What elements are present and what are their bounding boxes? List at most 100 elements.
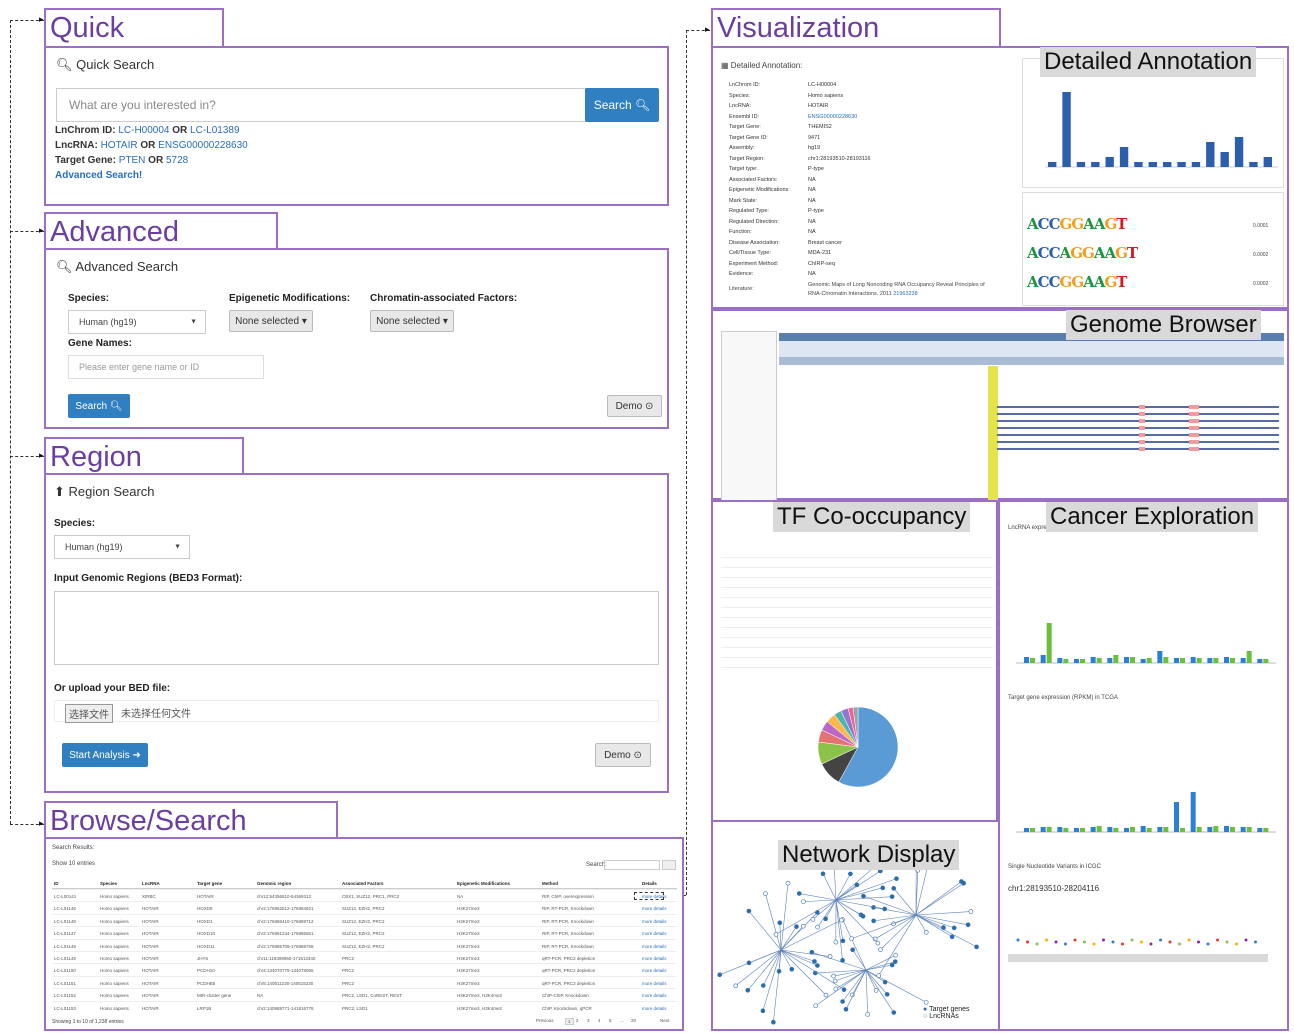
more-details-link[interactable]: more details (642, 906, 667, 911)
table-row[interactable]: LC-L01148 Homo sapiens HOTAIR HOXD1 chr2:176… (52, 913, 677, 926)
example-link[interactable]: LC-H00004 (118, 125, 169, 136)
q-value: 0.0001 (1253, 223, 1269, 229)
column-header[interactable]: Epigenetic Modifications (457, 881, 510, 886)
page-link[interactable]: 4 (598, 1018, 601, 1023)
table-row[interactable]: LC-L01149 Homo sapiens HOTAIR JHY6 chr11:118… (52, 951, 677, 963)
table-row[interactable]: LC-L01151 Homo sapiens HOTAIR PCDHB5 chr5:14… (52, 975, 677, 988)
table-cell: RIP, RT-PCR, Knockdown (542, 931, 594, 937)
advanced-search-link[interactable]: Advanced Search! (55, 170, 142, 181)
column-header[interactable]: Details (642, 881, 657, 886)
advanced-search-button[interactable]: Search 🔍︎ (68, 394, 130, 418)
field-value[interactable]: ENSG00000228630 (808, 114, 857, 120)
page-link[interactable]: 5 (609, 1018, 612, 1023)
exon (1139, 405, 1145, 409)
network-edge (874, 914, 917, 940)
quick-search-input[interactable]: What are you interested in? (56, 88, 586, 122)
epigenetic-select[interactable]: None selected ▾ (229, 310, 313, 332)
table-row[interactable]: LC-L01146 Homo sapiens HOTAIR HOXD8 chr2:176… (52, 901, 677, 913)
show-entries-label[interactable]: Show 10 entries (52, 861, 95, 867)
column-header[interactable]: Species (100, 881, 117, 886)
species-select[interactable]: Human (hg19) ▼ (68, 310, 206, 334)
play-circle-icon: ⊙ (630, 749, 642, 761)
page-link[interactable]: 2 (576, 1018, 579, 1023)
example-link[interactable]: HOTAIR (101, 140, 138, 151)
table-search-btn[interactable] (662, 860, 676, 870)
box-mark (1157, 651, 1163, 663)
more-details-link[interactable]: more details (642, 919, 667, 924)
table-row[interactable]: LC-L01153 Homo sapiens HOTAIR LRP1B chr2:140… (52, 1000, 677, 1013)
page-link[interactable]: Previous (536, 1018, 554, 1023)
example-link[interactable]: 5728 (166, 155, 188, 166)
bar (1076, 162, 1086, 167)
table-cell: HOXD10 (197, 931, 216, 937)
search-icon: 🔍︎ (56, 259, 73, 274)
column-header[interactable]: Method (542, 881, 558, 886)
variant-point (1045, 938, 1048, 942)
genomic-regions-textarea[interactable] (54, 591, 659, 665)
chromatin-select[interactable]: None selected ▾ (370, 310, 454, 332)
quick-search-button[interactable]: Search 🔍︎ (585, 88, 659, 122)
more-details-link[interactable]: more details (642, 993, 667, 998)
column-header[interactable]: Target gene (197, 881, 222, 886)
more-details-link[interactable]: more details (642, 968, 667, 973)
result-table: ID Species LncRNA Target gene Genomic region… (52, 877, 677, 1013)
network-node (813, 1003, 818, 1009)
more-details-link[interactable]: more details (642, 944, 667, 949)
column-header[interactable]: Associated Factors (342, 881, 384, 886)
column-header[interactable]: Genomic region (257, 881, 291, 886)
more-details-link[interactable]: more details (642, 1006, 667, 1011)
snv-lollipop-chart (1008, 938, 1268, 962)
field-label: Species: (729, 92, 751, 99)
network-node (810, 917, 816, 922)
example-link[interactable]: ENSG00000228630 (158, 140, 248, 151)
page-link[interactable]: ... (620, 1018, 624, 1023)
page-link[interactable]: Next (660, 1018, 669, 1023)
example-link[interactable]: LC-L01389 (190, 125, 239, 136)
network-legend: ● Target genes ○ LncRNAs (920, 1005, 973, 1021)
start-analysis-button[interactable]: Start Analysis ➜ (62, 743, 148, 767)
table-search-input[interactable] (604, 860, 660, 870)
table-row[interactable]: LC-L00141 Homo sapiens XIRBC HOTAIR chr12:54… (52, 889, 677, 901)
variant-point (1168, 940, 1172, 944)
advanced-demo-button[interactable]: Demo ⊙ (607, 395, 662, 417)
table-cell: XIRBC (142, 894, 156, 899)
page-link[interactable]: 1 (565, 1018, 574, 1025)
variant-point (1178, 942, 1181, 946)
motif-letter: C (1037, 273, 1050, 291)
table-row[interactable]: LC-L01150 Homo sapiens HOTAIR PCDH10 chr4:13… (52, 963, 677, 975)
network-node (796, 891, 802, 896)
box-mark (1096, 826, 1102, 832)
table-row[interactable]: LC-L01149 Homo sapiens HOTAIR HOXD11 chr2:17… (52, 938, 677, 951)
box-mark (1196, 827, 1202, 832)
table-cell: qRT-PCR, PRC2 depletion (542, 968, 596, 974)
more-details-link[interactable]: more details (642, 931, 667, 936)
page-link[interactable]: 20 (631, 1018, 636, 1023)
exon (1189, 412, 1199, 416)
table-cell: LC-L01146 (54, 906, 76, 912)
table-cell: LC-L01150 (54, 968, 76, 974)
box-mark (1263, 828, 1269, 832)
network-node (773, 932, 779, 937)
region-demo-button[interactable]: Demo ⊙ (595, 743, 651, 767)
table-row[interactable]: LC-L01152 Homo sapiens HOTAIR MIR-cluster g… (52, 988, 677, 1000)
table-row[interactable]: LC-L01147 Homo sapiens HOTAIR HOXD10 chr2:17… (52, 926, 677, 938)
more-details-link[interactable]: more details (642, 956, 667, 961)
column-header[interactable]: LncRNA (142, 881, 160, 886)
field-label: Disease Association: (729, 239, 780, 246)
filled-circle-icon: ● (923, 1006, 928, 1013)
page-link[interactable]: 3 (587, 1018, 590, 1023)
network-node (848, 871, 853, 877)
choose-file-button[interactable]: 选择文件 (65, 704, 113, 723)
example-link[interactable]: PTEN (119, 155, 146, 166)
region-species-select[interactable]: Human (hg19) ▼ (54, 535, 190, 559)
variant-point (1121, 942, 1124, 946)
box-mark (1057, 658, 1063, 663)
column-header[interactable]: ID (54, 881, 59, 886)
pmid-link[interactable]: 21963238 (893, 291, 917, 297)
table-row (721, 567, 993, 568)
variant-point (1026, 940, 1029, 944)
gene-names-input[interactable]: Please enter gene name or ID (68, 355, 264, 379)
file-input[interactable]: 选择文件 未选择任何文件 (54, 700, 659, 723)
more-details-link[interactable]: more details (642, 981, 667, 986)
table-cell: HOTAIR (142, 943, 159, 949)
